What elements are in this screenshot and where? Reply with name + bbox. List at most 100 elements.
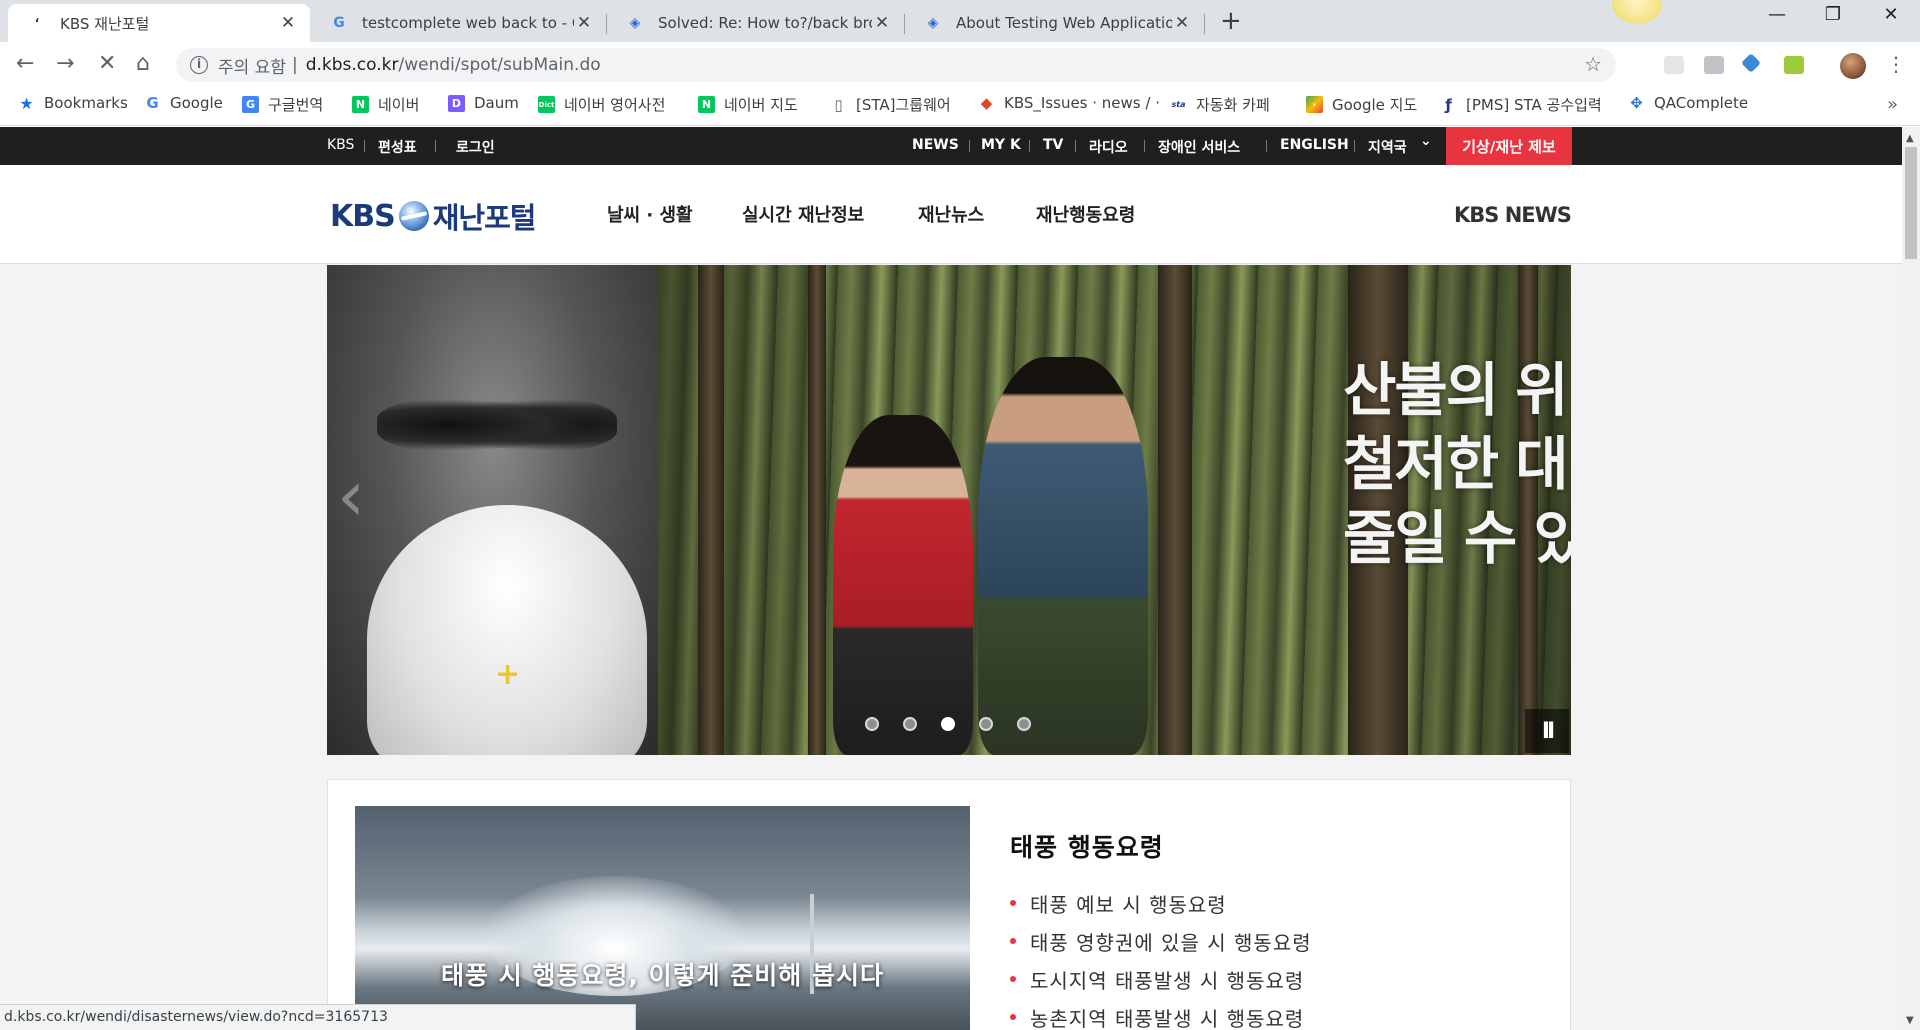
- tab-about-testing[interactable]: ◈ About Testing Web Application ✕: [904, 4, 1204, 42]
- bookmark-label: Google: [170, 94, 223, 112]
- bookmark-translate[interactable]: G 구글번역: [242, 94, 323, 115]
- guide-item-label: 태풍 영향권에 있을 시 행동요령: [1030, 930, 1312, 955]
- top-link-kbs[interactable]: KBS: [327, 137, 354, 153]
- chevron-down-icon[interactable]: ⌄: [1420, 133, 1432, 149]
- slide-pagination: [865, 717, 1055, 731]
- nav-realtime-disaster[interactable]: 실시간 재난정보: [742, 201, 864, 227]
- scroll-down-icon[interactable]: ▼: [1906, 1015, 1914, 1026]
- bookmark-naver-map[interactable]: N 네이버 지도: [698, 94, 798, 115]
- plus-icon: +: [495, 657, 521, 692]
- bookmark-label: 구글번역: [268, 96, 324, 114]
- tab-title: About Testing Web Application: [956, 14, 1172, 32]
- restore-button[interactable]: ❐: [1810, 4, 1856, 25]
- bookmark-pms[interactable]: ƒ [PMS] STA 공수입력: [1440, 94, 1602, 115]
- guide-item[interactable]: 태풍 영향권에 있을 시 행동요령: [1010, 922, 1312, 960]
- bookmark-naver-dict[interactable]: Dict 네이버 영어사전: [538, 94, 665, 115]
- guide-item-label: 농촌지역 태풍발생 시 행동요령: [1030, 1006, 1305, 1030]
- bookmark-cafe[interactable]: sta 자동화 카페: [1170, 94, 1270, 115]
- divider: [1266, 140, 1267, 152]
- close-tab-icon[interactable]: ✕: [872, 13, 892, 33]
- nav-disaster-guide[interactable]: 재난행동요령: [1036, 201, 1135, 227]
- kbs-news-link[interactable]: KBS NEWS: [1454, 203, 1572, 227]
- logo-brand: KBS: [330, 198, 396, 234]
- profile-decoration-icon: [1612, 0, 1662, 24]
- slide-dot-2[interactable]: [903, 717, 917, 731]
- kbs-disaster-portal-logo[interactable]: KBS 재난포털: [330, 195, 536, 237]
- green-extension-icon[interactable]: [1784, 56, 1804, 74]
- guide-video-thumbnail[interactable]: 태풍 시 행동요령, 이렇게 준비해 봅시다: [355, 806, 970, 1030]
- top-link-login[interactable]: 로그인: [456, 137, 495, 157]
- bookmark-daum[interactable]: D Daum: [448, 94, 519, 112]
- hero-slider[interactable]: + ‹ 산불의 위 철저한 대 줄일 수 있 II: [327, 265, 1571, 755]
- tree-trunk-shape: [1158, 265, 1192, 755]
- ex-extension-icon[interactable]: [1704, 56, 1724, 74]
- bookmarks-more-button[interactable]: »: [1887, 94, 1898, 115]
- close-window-button[interactable]: ✕: [1868, 4, 1914, 25]
- google-translate-icon: G: [242, 96, 259, 113]
- bookmark-star-icon[interactable]: ☆: [1584, 52, 1602, 76]
- pms-icon: ƒ: [1445, 95, 1452, 114]
- bookmark-qacomplete[interactable]: ✥ QAComplete: [1628, 94, 1748, 112]
- back-icon[interactable]: ←: [16, 51, 34, 76]
- bookmark-kbs-issues[interactable]: ◆ KBS_Issues · news / ·: [978, 94, 1160, 112]
- bookmark-bookmarks[interactable]: ★ Bookmarks: [18, 94, 127, 113]
- top-link-schedule[interactable]: 편성표: [378, 137, 417, 157]
- chevron-left-icon[interactable]: ‹: [337, 455, 365, 537]
- scroll-up-icon[interactable]: ▲: [1906, 133, 1914, 144]
- slide-dot-5[interactable]: [1017, 717, 1031, 731]
- divider: [1144, 140, 1145, 152]
- new-tab-button[interactable]: +: [1220, 6, 1242, 36]
- site-info-icon[interactable]: i: [190, 56, 208, 74]
- top-link-news[interactable]: NEWS: [912, 137, 959, 153]
- top-link-english[interactable]: ENGLISH: [1280, 137, 1349, 153]
- guide-item[interactable]: 도시지역 태풍발생 시 행동요령: [1010, 960, 1312, 998]
- forward-icon[interactable]: →: [56, 51, 74, 76]
- tab-solved[interactable]: ◈ Solved: Re: How to?/back brow ✕: [606, 4, 904, 42]
- tab-testcomplete[interactable]: G testcomplete web back to - Go ✕: [310, 4, 606, 42]
- nav-weather-life[interactable]: 날씨 · 생활: [607, 201, 693, 227]
- bookmark-google-maps[interactable]: · Google 지도: [1306, 94, 1417, 115]
- stop-loading-icon[interactable]: ✕: [98, 51, 116, 76]
- divider: [1075, 140, 1076, 152]
- avatar[interactable]: [1840, 53, 1866, 79]
- close-tab-icon[interactable]: ✕: [574, 13, 594, 33]
- tab-title: testcomplete web back to - Go: [362, 14, 574, 32]
- bullet-icon: [1010, 1014, 1016, 1020]
- testcomplete-extension-icon[interactable]: [1741, 53, 1761, 73]
- tab-kbs[interactable]: ʻ KBS 재난포털 ✕: [8, 4, 310, 42]
- slide-dot-4[interactable]: [979, 717, 993, 731]
- top-link-regional[interactable]: 지역국: [1368, 137, 1407, 157]
- scroll-thumb[interactable]: [1905, 147, 1917, 259]
- hiker-woman-shape: [833, 415, 973, 755]
- page-scrollbar[interactable]: ▲ ▼: [1902, 127, 1920, 1030]
- cast-extension-icon[interactable]: [1664, 56, 1684, 74]
- bookmark-google[interactable]: G Google: [144, 94, 223, 112]
- slide-dot-1[interactable]: [865, 717, 879, 731]
- menu-icon[interactable]: ⋮: [1886, 52, 1906, 76]
- bookmark-naver[interactable]: N 네이버: [352, 94, 419, 115]
- smartbear-favicon-icon: ◈: [629, 15, 641, 31]
- nav-disaster-news[interactable]: 재난뉴스: [918, 201, 984, 227]
- smartbear-favicon-icon: ◈: [927, 15, 939, 31]
- top-link-myk[interactable]: MY K: [981, 137, 1021, 153]
- guide-item[interactable]: 태풍 예보 시 행동요령: [1010, 884, 1312, 922]
- top-link-accessibility[interactable]: 장애인 서비스: [1158, 137, 1240, 157]
- bullet-icon: [1010, 900, 1016, 906]
- disaster-report-button[interactable]: 기상/재난 제보: [1446, 127, 1572, 165]
- naver-dict-icon: Dict: [538, 96, 555, 113]
- pause-button[interactable]: II: [1525, 709, 1569, 753]
- guide-item[interactable]: 농촌지역 태풍발생 시 행동요령: [1010, 998, 1312, 1030]
- divider: [1029, 140, 1030, 152]
- top-link-radio[interactable]: 라디오: [1089, 137, 1128, 157]
- sta-icon: sta: [1171, 100, 1186, 109]
- minimize-button[interactable]: —: [1754, 4, 1800, 25]
- close-tab-icon[interactable]: ✕: [1172, 13, 1192, 33]
- browser-toolbar: ← → ✕ ⌂ i 주의 요함 | d.kbs.co.kr /wendi/spo…: [0, 42, 1920, 88]
- close-tab-icon[interactable]: ✕: [278, 13, 298, 33]
- home-icon[interactable]: ⌂: [136, 51, 150, 76]
- top-link-tv[interactable]: TV: [1043, 137, 1063, 153]
- bookmark-groupware[interactable]: ▯ [STA]그룹웨어: [830, 94, 950, 115]
- security-warning: 주의 요함: [218, 57, 286, 78]
- slide-dot-3[interactable]: [941, 717, 955, 731]
- address-bar[interactable]: i 주의 요함 | d.kbs.co.kr /wendi/spot/subMai…: [176, 48, 1616, 82]
